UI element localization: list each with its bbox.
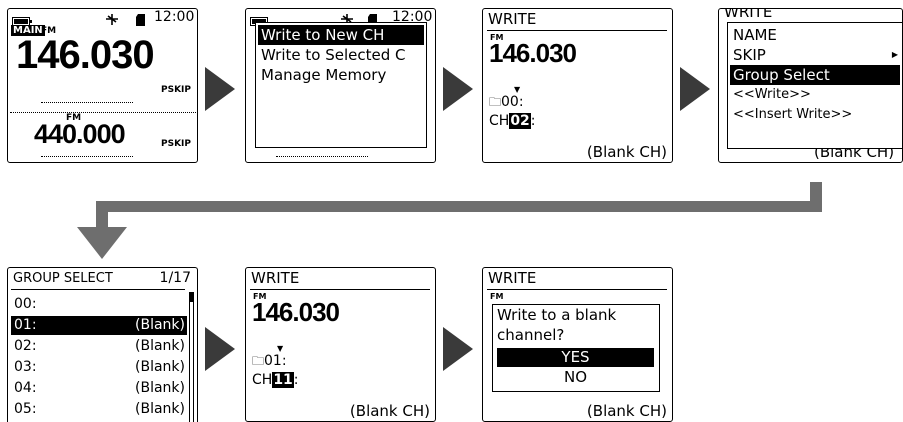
group-row-03[interactable]: 03: (Blank) (11, 358, 187, 377)
quick-menu-screen: 12:00 Write to New CH Write to Selected … (245, 8, 436, 163)
screen-title-partial: WRITE (724, 8, 773, 21)
submenu-arrow-icon: ▶ (891, 50, 898, 59)
title-underline (487, 289, 667, 290)
clock: 12:00 (154, 9, 195, 25)
quick-menu: Write to New CH Write to Selected C Mana… (255, 22, 427, 148)
group-select-screen: GROUP SELECT 1/17 00: 01: (Blank) 02: (Bla… (7, 267, 198, 422)
flow-arrow-2 (443, 67, 473, 111)
folder-icon: 🗀 (489, 95, 502, 109)
frequency: 146.030 (252, 297, 340, 327)
pskip-top: PSKIP (161, 85, 191, 95)
scrollbar[interactable] (189, 292, 194, 422)
yes-button[interactable]: YES (497, 348, 654, 367)
channel-number-cursor[interactable]: 02 (509, 113, 531, 129)
channel-row: CH02: (489, 113, 536, 129)
screen-title: WRITE (251, 269, 300, 287)
title-underline (11, 289, 185, 290)
mode-label: FM (490, 292, 504, 301)
main-screen: 12:00 MAIN FM 146.030 PSKIP FM 440.000 P… (7, 8, 198, 163)
flow-arrow-down (77, 227, 127, 259)
title-underline (487, 30, 667, 31)
write-option-menu-screen: WRITE (Blank CH) NAME SKIP ▶ Group Selec… (718, 8, 903, 163)
frequency: 146.030 (489, 38, 577, 68)
frequency-bottom: 440.000 (34, 119, 126, 149)
group-row-05[interactable]: 05: (Blank) (11, 400, 187, 419)
s-meter-bottom (41, 156, 133, 157)
write-option-menu: NAME SKIP ▶ Group Select <<Write>> <<Ins… (727, 22, 902, 149)
page-indicator: 1/17 (159, 270, 191, 286)
group-number: 01: (264, 353, 287, 369)
channel-number-cursor[interactable]: 11 (272, 372, 294, 388)
sd-card-icon (136, 11, 145, 30)
s-meter-top (41, 102, 133, 103)
write-screen-2: WRITE FM 146.030 ▼ 🗀01: CH11: (Blank CH) (245, 267, 436, 422)
blank-ch-label: (Blank CH) (586, 402, 667, 420)
pskip-bottom: PSKIP (161, 139, 191, 149)
group-row-02[interactable]: 02: (Blank) (11, 337, 187, 356)
flow-connector-horizontal (96, 201, 822, 212)
scrollbar-thumb[interactable] (190, 293, 193, 302)
folder-icon: 🗀 (252, 354, 265, 368)
group-row-04[interactable]: 04: (Blank) (11, 379, 187, 398)
band-divider (10, 112, 196, 113)
gps-icon (105, 11, 119, 30)
write-screen-1: WRITE FM 146.030 ▼ 🗀00: CH02: (Blank CH) (482, 8, 673, 163)
confirm-question-line1: Write to a blank (497, 306, 617, 324)
screen-title: WRITE (488, 269, 537, 287)
blank-ch-label: (Blank CH) (349, 402, 430, 420)
group-row-01[interactable]: 01: (Blank) (11, 316, 187, 335)
flow-arrow-4 (205, 327, 235, 371)
menu-item-write-selected-ch[interactable]: Write to Selected C (258, 45, 424, 65)
group-row-00[interactable]: 00: (11, 295, 187, 314)
write-confirm-screen: WRITE FM Write to a blank channel? YES N… (482, 267, 673, 422)
flow-connector-down (96, 201, 108, 227)
no-button[interactable]: NO (497, 368, 654, 387)
title-underline (250, 289, 430, 290)
channel-row: CH11: (252, 372, 299, 388)
menu-item-skip[interactable]: SKIP ▶ (730, 45, 900, 65)
menu-item-manage-memory[interactable]: Manage Memory (258, 65, 424, 85)
menu-item-write-new-ch[interactable]: Write to New CH (258, 25, 424, 45)
menu-item-insert-write[interactable]: <<Insert Write>> (730, 105, 900, 125)
group-row: 🗀00: (489, 93, 524, 114)
flow-arrow-1 (205, 67, 235, 111)
menu-item-group-select[interactable]: Group Select (730, 65, 900, 85)
group-number: 00: (501, 94, 524, 110)
frequency-top: 146.030 (16, 33, 155, 77)
screen-title: GROUP SELECT (13, 271, 113, 286)
flow-arrow-3 (680, 67, 710, 111)
s-meter-bottom (276, 156, 368, 157)
group-row: 🗀01: (252, 352, 287, 373)
screen-title: WRITE (488, 10, 537, 28)
menu-item-write[interactable]: <<Write>> (730, 85, 900, 105)
confirm-dialog: Write to a blank channel? YES NO (492, 304, 660, 392)
confirm-question-line2: channel? (497, 326, 565, 344)
flow-arrow-5 (443, 327, 473, 371)
blank-ch-label: (Blank CH) (586, 143, 667, 161)
menu-item-name[interactable]: NAME (730, 25, 900, 45)
